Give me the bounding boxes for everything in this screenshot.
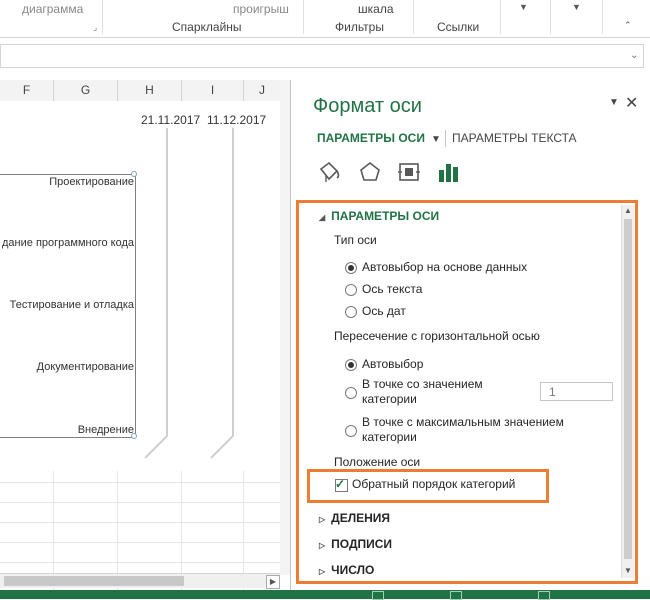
pane-options-icon[interactable]: ▼ (609, 97, 619, 108)
gantt-grid-lines (144, 128, 234, 459)
timeline-command[interactable]: шкала (358, 2, 394, 16)
category-label: Проектирование (49, 176, 134, 188)
column-header-h[interactable]: H (118, 80, 182, 102)
gridline (0, 502, 280, 503)
ribbon-separator (102, 0, 103, 34)
gridline (0, 542, 280, 543)
date-label: 11.12.2017 (207, 113, 267, 127)
ribbon-separator (550, 0, 551, 34)
column-header-i[interactable]: I (182, 80, 244, 102)
column-header-j[interactable]: J (244, 80, 281, 102)
chart-command[interactable]: диаграмма (22, 2, 83, 16)
ribbon: диаграмма ⌟ проигрыш Спарклайны шкала Фи… (0, 0, 650, 38)
fill-line-icon[interactable] (317, 160, 343, 184)
chevron-down-icon[interactable]: ▼ (519, 2, 528, 12)
chevron-down-icon[interactable]: ▼ (431, 134, 441, 145)
column-header-g[interactable]: G (54, 80, 118, 102)
tab-divider (445, 130, 446, 147)
ribbon-separator (413, 0, 414, 34)
expand-formula-bar-icon[interactable]: ⌄ (630, 50, 638, 61)
status-bar (0, 590, 650, 599)
category-label: Документирование (36, 361, 134, 373)
formula-bar[interactable] (0, 44, 644, 68)
tab-axis-options[interactable]: ПАРАМЕТРЫ ОСИ ▼ (317, 131, 441, 145)
gridline (0, 482, 280, 483)
ribbon-separator (303, 0, 304, 34)
tab-axis-options-label: ПАРАМЕТРЫ ОСИ (317, 131, 425, 145)
chevron-down-icon[interactable]: ▼ (572, 2, 581, 12)
sparklines-group-label: Спарклайны (172, 20, 242, 34)
filters-group-label: Фильтры (335, 20, 384, 34)
column-header-f[interactable]: F (0, 80, 54, 102)
category-label: Внедрение (77, 424, 134, 436)
sheet-vertical-scrollbar[interactable] (280, 80, 290, 575)
gridline (0, 522, 280, 523)
close-icon[interactable]: ✕ (625, 93, 638, 113)
dialog-launcher-icon[interactable]: ⌟ (93, 22, 97, 33)
category-label: Тестирование и отладка (9, 299, 134, 311)
highlight-frame (307, 469, 549, 503)
effects-icon[interactable] (358, 160, 382, 184)
losses-command[interactable]: проигрыш (233, 2, 289, 16)
scrollbar-thumb[interactable] (4, 576, 184, 586)
pane-title: Формат оси (313, 95, 422, 117)
ribbon-separator (500, 0, 501, 34)
highlight-frame (296, 200, 638, 584)
category-label: дание программного кода (2, 237, 134, 249)
collapse-ribbon-icon[interactable]: ⌃ (624, 20, 632, 31)
ribbon-separator (602, 0, 603, 34)
size-properties-icon[interactable] (397, 160, 421, 184)
date-label: 21.11.2017 (141, 113, 201, 127)
tab-text-options[interactable]: ПАРАМЕТРЫ ТЕКСТА (452, 131, 577, 145)
gridline (0, 562, 280, 563)
sheet-horizontal-scrollbar[interactable]: ▶ (0, 573, 280, 589)
axis-options-icon[interactable] (437, 160, 461, 184)
links-group-label: Ссылки (437, 20, 480, 34)
scroll-right-icon[interactable]: ▶ (266, 575, 280, 589)
